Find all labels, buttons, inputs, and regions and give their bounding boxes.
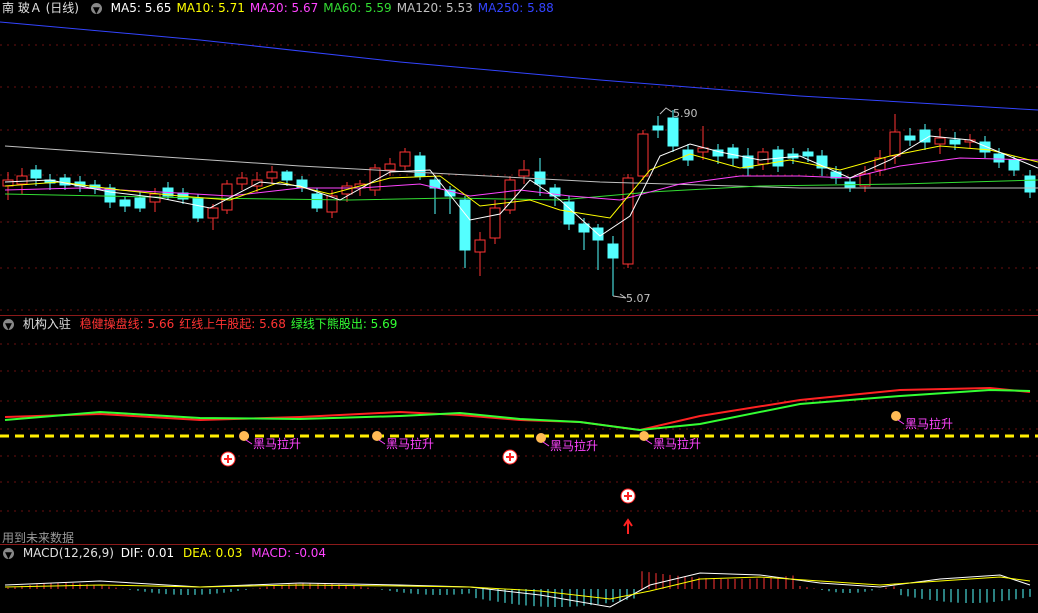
up-candle: [266, 166, 278, 184]
price-high-label: 5.90: [673, 107, 698, 120]
indicator-chart[interactable]: 黑马拉升 黑马拉升 黑马拉升 黑马拉升黑马拉升: [0, 316, 1038, 544]
hand-icon: [639, 431, 649, 441]
up-candle: [341, 182, 353, 202]
up-candle: [384, 158, 396, 176]
hand-icon: [536, 433, 546, 443]
up-candle: [697, 126, 709, 160]
signal-label: 黑马拉升: [386, 436, 434, 451]
macd-value: MACD: -0.04: [251, 546, 327, 560]
stock-title: 南 玻Ａ (日线): [2, 1, 79, 15]
down-candle: [904, 128, 916, 146]
signal-marker: 黑马拉升: [639, 431, 701, 451]
down-candle: [30, 165, 42, 186]
down-candle: [979, 136, 991, 158]
collapse-icon[interactable]: ▼: [90, 3, 102, 16]
plus-circle-icon: [220, 451, 236, 467]
signal-marker: 黑马拉升: [239, 431, 301, 451]
up-candle: [474, 232, 486, 276]
red-line: [4, 386, 1031, 432]
ma-legend-item-4: MA120: 5.53: [396, 1, 473, 15]
ma-legend-item-1: MA10: 5.71: [176, 1, 245, 15]
up-candle: [637, 130, 649, 180]
signal-label: 黑马拉升: [653, 436, 701, 451]
signal-label: 黑马拉升: [550, 438, 598, 453]
candlestick-chart[interactable]: 5.90 5.07: [0, 0, 1038, 315]
down-candle: [742, 148, 754, 176]
up-candle: [622, 174, 634, 268]
up-candle: [518, 160, 530, 184]
down-candle: [652, 116, 664, 138]
indicator-pane[interactable]: ▼ 机构入驻 稳健操盘线: 5.66 红线上牛股起: 5.68 绿线下熊股出: 5.…: [0, 316, 1038, 545]
green-line: [4, 388, 1031, 432]
collapse-icon[interactable]: ▼: [3, 548, 14, 561]
macd-title: MACD(12,26,9): [22, 546, 114, 560]
up-candle: [504, 176, 516, 214]
down-candle: [578, 218, 590, 250]
down-candle: [534, 158, 546, 196]
down-candle: [816, 150, 828, 176]
indicator-legend-item-0: 稳健操盘线: 5.66: [79, 317, 175, 331]
up-candle: [934, 128, 946, 154]
ma250-line: [0, 21, 1038, 111]
signal-label: 黑马拉升: [253, 436, 301, 451]
high-marker-arrow: [659, 107, 673, 115]
ma-legend-item-0: MA5: 5.65: [110, 1, 172, 15]
plus-circle-icon: [502, 449, 518, 465]
signal-marker: 黑马拉升: [891, 411, 953, 431]
down-candle: [459, 196, 471, 268]
macd-dea: DEA: 0.03: [182, 546, 243, 560]
down-candle: [296, 176, 308, 192]
up-candle: [326, 190, 338, 218]
plus-circle-icon: [620, 488, 636, 504]
collapse-icon[interactable]: ▼: [3, 319, 14, 332]
macd-pane[interactable]: ▼ MACD(12,26,9) DIF: 0.01 DEA: 0.03 MACD…: [0, 545, 1038, 613]
hand-icon: [239, 431, 249, 441]
hand-icon: [372, 431, 382, 441]
down-candle: [119, 196, 131, 212]
down-candle: [429, 176, 441, 214]
price-pane[interactable]: 南 玻Ａ (日线) ▼ MA5: 5.65 MA10: 5.71 MA20: 5.6…: [0, 0, 1038, 315]
signal-marker: 黑马拉升: [372, 431, 434, 451]
indicator-legend: ▼ 机构入驻 稳健操盘线: 5.66 红线上牛股起: 5.68 绿线下熊股出: 5.…: [0, 316, 407, 332]
price-legend: 南 玻Ａ (日线) ▼ MA5: 5.65 MA10: 5.71 MA20: 5.6…: [0, 0, 564, 16]
hand-icon: [891, 411, 901, 421]
signal-label: 黑马拉升: [905, 416, 953, 431]
indicator-legend-item-2: 绿线下熊股出: 5.69: [290, 317, 398, 331]
dea-line: [4, 576, 1031, 600]
ma-legend-item-3: MA60: 5.59: [323, 1, 392, 15]
macd-dif: DIF: 0.01: [120, 546, 175, 560]
down-candle: [414, 152, 426, 180]
macd-legend: ▼ MACD(12,26,9) DIF: 0.01 DEA: 0.03 MACD…: [0, 545, 331, 561]
ma-legend-list: MA5: 5.65 MA10: 5.71 MA20: 5.67 MA60: 5.59 M…: [111, 0, 559, 16]
down-candle: [563, 196, 575, 230]
ma-legend-item-2: MA20: 5.67: [249, 1, 319, 15]
price-low-label: 5.07: [626, 292, 651, 305]
indicator-legend-item-1: 红线上牛股起: 5.68: [179, 317, 286, 331]
indicator-legend-list: 稳健操盘线: 5.66 红线上牛股起: 5.68 绿线下熊股出: 5.69: [80, 316, 403, 332]
down-candle: [607, 236, 619, 296]
up-candle: [399, 148, 411, 170]
down-candle: [1024, 170, 1036, 198]
up-candle: [489, 200, 501, 244]
low-marker-arrow: [612, 293, 627, 299]
ma5-line: [4, 135, 1038, 237]
ma-legend-item-5: MA250: 5.88: [477, 1, 554, 15]
indicator-name: 机构入驻: [22, 317, 71, 331]
